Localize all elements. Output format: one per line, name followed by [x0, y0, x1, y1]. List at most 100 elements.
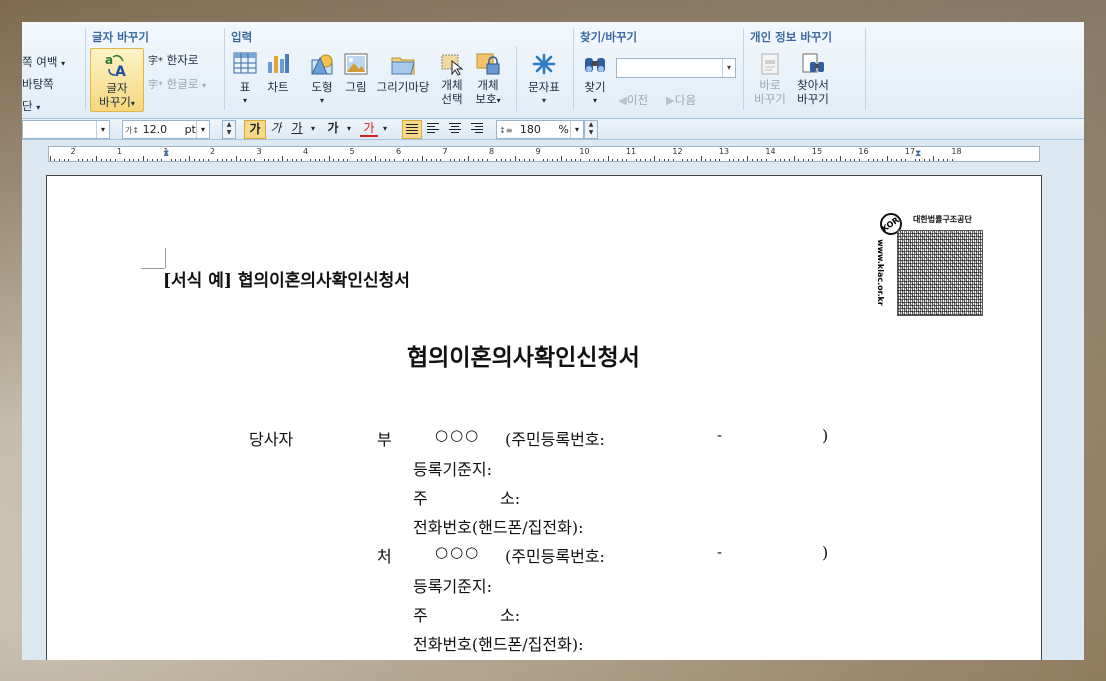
object-select-button[interactable]: 개체 선택	[437, 52, 467, 106]
ruler-tick	[798, 159, 800, 161]
to-hanja-button[interactable]: 字* 한자로	[148, 52, 198, 68]
ruler-tick	[412, 159, 414, 161]
ruler-tick	[68, 159, 70, 161]
ruler-number: 15	[811, 147, 823, 156]
chevron-down-icon[interactable]: ▾	[96, 121, 109, 138]
ruler-tick	[286, 159, 288, 161]
line-spacing-combo[interactable]: ↕≡ 180 % ▾	[496, 120, 584, 139]
ruler-tick	[189, 156, 191, 161]
ruler-tick	[621, 159, 623, 161]
columns-button[interactable]: 단 ▾	[22, 98, 40, 114]
shape-button[interactable]: 도형 ▾	[307, 52, 337, 108]
ruler-tick	[240, 159, 242, 161]
ruler-tick	[105, 159, 107, 161]
ruler-tick	[472, 159, 474, 161]
svg-text:a: a	[105, 53, 113, 67]
chevron-down-icon[interactable]: ▾	[380, 120, 390, 137]
strike-button[interactable]: 가	[324, 120, 342, 137]
ruler-tick	[672, 159, 674, 161]
align-center-icon	[449, 123, 461, 133]
chart-button[interactable]: 차트	[263, 52, 293, 94]
ruler-tick	[742, 159, 744, 161]
page-margin-button[interactable]: 쪽 여백 ▾	[22, 54, 65, 70]
horizontal-ruler[interactable]: 2 1 1 2 3 4 5 6 7 8 9 10 11 12 13 14 15 16 17 18 ⧗ ⧗	[48, 146, 1040, 162]
ruler-tick	[733, 159, 735, 161]
chevron-down-icon[interactable]: ▾	[308, 120, 318, 137]
legal-aid-stamp: KOR 대한법률구조공단 www.klac.or.kr	[876, 210, 987, 320]
chevron-down-icon[interactable]: ▾	[196, 121, 209, 138]
ruler-tick	[789, 159, 791, 161]
indent-marker-icon[interactable]: ⧗	[915, 149, 921, 159]
align-left-icon	[427, 123, 439, 133]
font-name-combo[interactable]: ▾	[22, 120, 110, 139]
charmap-button[interactable]: 문자표 ▾	[523, 52, 565, 108]
underline-button[interactable]: 가	[288, 120, 306, 137]
ruler-tick	[593, 159, 595, 161]
ruler-tick	[830, 159, 832, 161]
ruler-tick	[658, 159, 660, 161]
page-margin-label: 쪽 여백	[22, 55, 58, 69]
ruler-tick	[626, 159, 628, 161]
ruler-tick	[882, 159, 884, 161]
crop-mark	[141, 268, 165, 269]
ruler-tick	[872, 159, 874, 161]
ruler-tick	[784, 159, 786, 161]
ruler-tick	[49, 156, 51, 161]
ruler-tick	[928, 159, 930, 161]
chevron-down-icon[interactable]: ▾	[344, 120, 354, 137]
ruler-tick	[217, 159, 219, 161]
ruler-tick	[138, 159, 140, 161]
ruler-number: 2	[209, 147, 216, 156]
chevron-down-icon: ▾	[541, 96, 546, 105]
party-label: 당사자	[249, 430, 294, 449]
find-button[interactable]: 찾기 ▾	[580, 52, 610, 108]
chevron-down-icon[interactable]: ▾	[570, 121, 583, 138]
husband-label: 부	[377, 430, 392, 449]
ruler-tick	[598, 159, 600, 161]
document-workspace: [서식 예] 협의이혼의사확인신청서 KOR 대한법률구조공단 www.klac…	[22, 162, 1084, 660]
line-spacing-icon: ↕≡	[499, 126, 513, 135]
draw-gallery-button[interactable]: 그리기마당	[373, 52, 433, 94]
font-color-button[interactable]: 가	[360, 120, 378, 137]
text-change-group-title: 글자 바꾸기	[92, 30, 149, 44]
master-page-button[interactable]: 바탕쪽	[22, 76, 54, 92]
privacy-direct-button[interactable]: 바로 바꾸기	[752, 52, 788, 106]
table-button[interactable]: 표 ▾	[231, 52, 259, 108]
align-right-button[interactable]	[468, 120, 486, 137]
object-select-icon	[441, 54, 464, 76]
ruler-tick	[751, 159, 753, 161]
document-page[interactable]: [서식 예] 협의이혼의사확인신청서 KOR 대한법률구조공단 www.klac…	[46, 175, 1042, 660]
italic-button[interactable]: 가	[268, 120, 284, 137]
find-next-button[interactable]: ▶다음	[666, 92, 696, 108]
ruler-tick	[59, 159, 61, 161]
privacy-find-button[interactable]: 찾아서 바꾸기	[792, 52, 834, 106]
ruler-tick	[333, 159, 335, 161]
wife-id-dash: -	[717, 543, 723, 561]
qr-code	[897, 230, 983, 316]
ruler-tick	[589, 159, 591, 161]
chevron-down-icon[interactable]: ▾	[722, 59, 735, 77]
align-left-button[interactable]	[424, 120, 442, 137]
chart-label: 차트	[267, 80, 289, 94]
ruler-tick	[277, 159, 279, 161]
find-prev-button[interactable]: ◀이전	[618, 92, 648, 108]
font-size-combo[interactable]: 가↕ 12.0 pt ▾	[122, 120, 210, 139]
change-text-button[interactable]: a A 글자 바꾸기▾	[90, 48, 144, 112]
find-search-input[interactable]: ▾	[616, 58, 736, 78]
align-center-button[interactable]	[446, 120, 464, 137]
ruler-tick	[421, 156, 423, 161]
to-hangul-button[interactable]: 字* 한글로 ▾	[148, 76, 206, 92]
picture-button[interactable]: 그림	[341, 52, 371, 94]
wife-address-label-1: 주	[413, 606, 428, 625]
chevron-down-icon: ▾	[130, 99, 135, 108]
align-justify-button[interactable]	[402, 120, 422, 139]
ruler-tick	[170, 159, 172, 161]
ruler-tick	[356, 159, 358, 161]
font-size-spinner[interactable]: ▲ ▼	[222, 120, 236, 139]
bold-button[interactable]: 가	[244, 120, 266, 139]
line-spacing-spinner[interactable]: ▲ ▼	[584, 120, 598, 139]
object-protect-button[interactable]: 개체 보호▾	[471, 52, 505, 108]
ruler-tick	[514, 156, 516, 161]
ruler-tick	[877, 159, 879, 161]
indent-marker-icon[interactable]: ⧗	[163, 149, 169, 159]
